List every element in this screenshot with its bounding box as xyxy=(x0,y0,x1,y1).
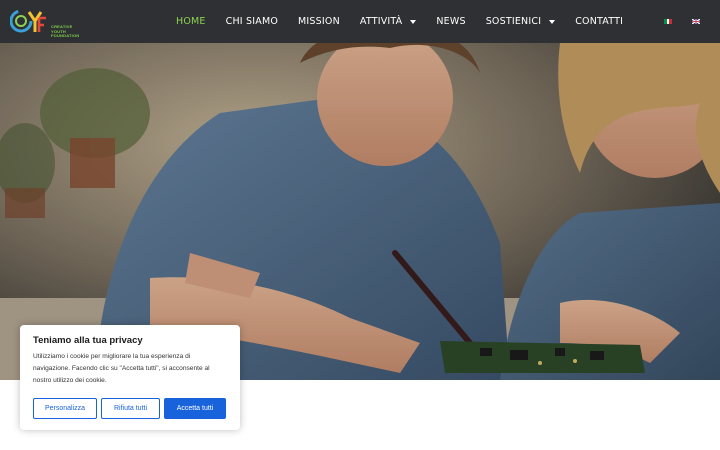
nav-sostienici-label: SOSTIENICI xyxy=(485,16,542,27)
chevron-down-icon xyxy=(410,19,417,24)
site-logo[interactable]: CREATIVE YOUTH FOUNDATION xyxy=(9,8,82,39)
logo-text-line2: FOUNDATION xyxy=(51,33,80,38)
logo-text: CREATIVE YOUTH FOUNDATION xyxy=(51,24,82,39)
nav-sostienici[interactable]: SOSTIENICI xyxy=(486,16,556,27)
nav-mission[interactable]: MISSION xyxy=(298,16,340,27)
nav-news-label: NEWS xyxy=(436,16,466,27)
nav-home[interactable]: HOME xyxy=(176,16,206,27)
nav-contatti[interactable]: CONTATTI xyxy=(575,16,623,27)
cookie-description: Utilizziamo i cookie per migliorare la t… xyxy=(33,353,210,384)
nav-attivita[interactable]: ATTIVITÀ xyxy=(359,16,417,27)
nav-chi-siamo-label: CHI SIAMO xyxy=(225,16,279,27)
main-nav: HOME CHI SIAMO MISSION ATTIVITÀ NEWS SOS… xyxy=(176,0,643,43)
cookie-buttons: Personalizza Rifiuta tutti Accetta tutti xyxy=(33,398,226,419)
cookie-consent-banner: Teniamo alla tua privacy Utilizziamo i c… xyxy=(20,325,240,430)
site-header: CREATIVE YOUTH FOUNDATION HOME CHI SIAMO… xyxy=(0,0,720,43)
nav-mission-label: MISSION xyxy=(298,16,340,27)
customize-button[interactable]: Personalizza xyxy=(33,398,97,419)
nav-news[interactable]: NEWS xyxy=(436,16,465,27)
reject-all-button[interactable]: Rifiuta tutti xyxy=(101,398,160,419)
chevron-down-icon xyxy=(549,19,556,24)
uk-flag-icon[interactable] xyxy=(692,19,700,24)
nav-home-label: HOME xyxy=(176,16,206,27)
nav-chi-siamo[interactable]: CHI SIAMO xyxy=(226,16,278,27)
accept-all-button[interactable]: Accetta tutti xyxy=(164,398,226,419)
italian-flag-icon[interactable] xyxy=(664,19,672,24)
nav-attivita-label: ATTIVITÀ xyxy=(359,16,403,27)
language-switcher xyxy=(664,19,700,24)
nav-contatti-label: CONTATTI xyxy=(575,16,624,27)
cookie-title: Teniamo alla tua privacy xyxy=(33,335,143,346)
